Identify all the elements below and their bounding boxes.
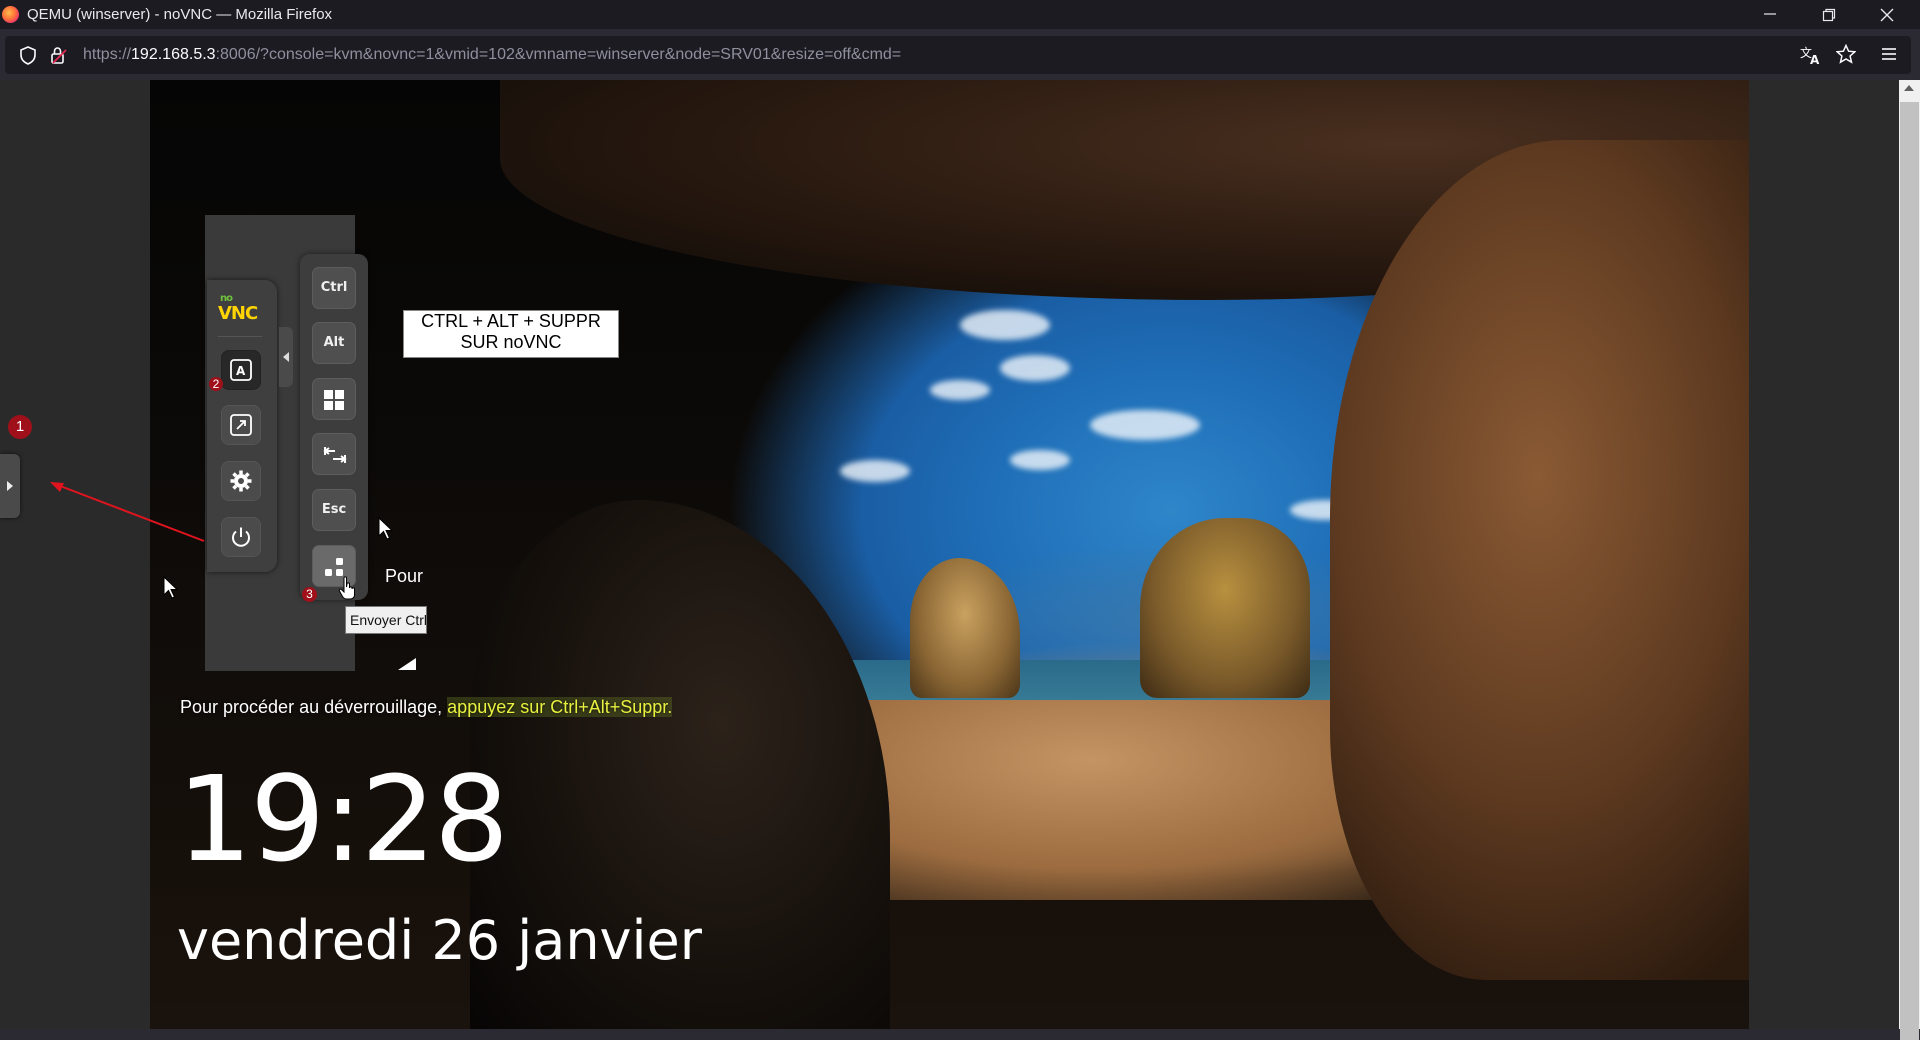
url-text[interactable]: https://192.168.5.3:8006/?console=kvm&no… — [83, 46, 901, 64]
svg-text:A: A — [236, 364, 246, 378]
esc-key-button[interactable]: Esc — [312, 489, 356, 531]
url-path: :8006/?console=kvm&novnc=1&vmid=102&vmna… — [215, 46, 902, 63]
star-icon[interactable] — [1836, 44, 1856, 64]
lockscreen-date: vendredi 26 janvier — [177, 909, 702, 972]
control-bar-collapse-handle[interactable] — [279, 327, 293, 387]
lock-icon[interactable] — [49, 45, 69, 65]
lockscreen-time: 19:28 — [177, 750, 509, 888]
translate-icon[interactable]: 文A — [1800, 45, 1822, 65]
minimize-icon — [1764, 13, 1776, 15]
annotation-line-1: CTRL + ALT + SUPPR — [421, 311, 601, 331]
settings-button[interactable] — [221, 461, 261, 501]
scroll-up-arrow-icon[interactable] — [1904, 85, 1914, 91]
unlock-instruction-text: Pour procéder au déverrouillage, — [180, 697, 448, 717]
annotation-badge-1: 1 — [8, 415, 32, 439]
vertical-scrollbar[interactable] — [1899, 80, 1920, 1040]
windows-logo-icon — [324, 390, 344, 410]
unlock-shortcut-highlight: appuyez sur Ctrl+Alt+Suppr. — [447, 697, 673, 717]
extra-keys-button[interactable]: A — [221, 350, 261, 390]
annotation-badge-2: 2 — [209, 377, 223, 391]
tab-key-icon — [323, 447, 347, 463]
windows-key-button[interactable] — [312, 378, 356, 420]
fullscreen-icon — [230, 414, 252, 436]
cloud-shape — [930, 380, 990, 400]
restore-icon — [1822, 8, 1836, 22]
ctrl-key-button[interactable]: Ctrl — [312, 267, 356, 309]
window-title: QEMU (winserver) - noVNC — Mozilla Firef… — [27, 6, 333, 23]
cloud-shape — [840, 460, 910, 482]
minimize-button[interactable] — [1741, 0, 1799, 29]
restore-button[interactable] — [1800, 0, 1858, 29]
url-host: 192.168.5.3 — [131, 46, 216, 63]
cloud-shape — [1000, 355, 1070, 381]
close-button[interactable] — [1858, 0, 1916, 29]
shield-icon[interactable] — [19, 46, 37, 65]
sea-rock-shape — [1140, 518, 1310, 698]
gear-icon — [230, 470, 252, 492]
divider — [218, 336, 262, 337]
annotation-line-2: SUR noVNC — [460, 332, 562, 352]
close-icon — [1880, 8, 1894, 22]
tooltip: Envoyer Ctrl — [345, 606, 427, 634]
novnc-logo: no VNC — [218, 293, 264, 325]
resize-corner-icon — [398, 658, 416, 670]
cloud-shape — [1090, 410, 1200, 440]
hand-cursor-icon — [338, 576, 355, 600]
viewport-left-margin — [0, 80, 150, 1029]
fullscreen-button[interactable] — [221, 405, 261, 445]
viewport-right-margin — [1749, 80, 1899, 1029]
power-button[interactable] — [221, 517, 261, 557]
annotation-box: CTRL + ALT + SUPPR SUR noVNC — [403, 310, 619, 358]
url-scheme: https:// — [83, 46, 132, 63]
sea-rock-shape — [910, 558, 1020, 698]
lockscreen-partial-text: Pour — [385, 566, 424, 586]
tab-key-button[interactable] — [312, 433, 356, 475]
novnc-logo-vnc: VNC — [218, 303, 258, 324]
scrollbar-thumb[interactable] — [1900, 102, 1919, 1040]
alt-key-button[interactable]: Alt — [312, 322, 356, 364]
annotation-badge-3: 3 — [302, 587, 317, 602]
mouse-cursor-icon — [378, 517, 394, 540]
firefox-icon — [2, 6, 19, 23]
sidebar-toggle-button[interactable] — [0, 454, 20, 518]
power-icon — [232, 527, 250, 547]
url-bar[interactable]: https://192.168.5.3:8006/?console=kvm&no… — [5, 36, 1911, 74]
keyboard-key-a-icon: A — [230, 359, 252, 381]
annotation-arrow — [50, 482, 205, 542]
svg-text:A: A — [1810, 53, 1820, 65]
cloud-shape — [960, 310, 1050, 340]
cloud-shape — [1010, 450, 1070, 470]
navigation-bar: https://192.168.5.3:8006/?console=kvm&no… — [0, 29, 1920, 80]
cave-wall-right-shape — [1330, 140, 1749, 980]
mouse-cursor-icon — [163, 576, 179, 599]
window-titlebar: QEMU (winserver) - noVNC — Mozilla Firef… — [0, 0, 1920, 29]
unlock-instruction: Pour procéder au déverrouillage, appuyez… — [180, 697, 673, 718]
menu-icon[interactable] — [1881, 46, 1897, 62]
